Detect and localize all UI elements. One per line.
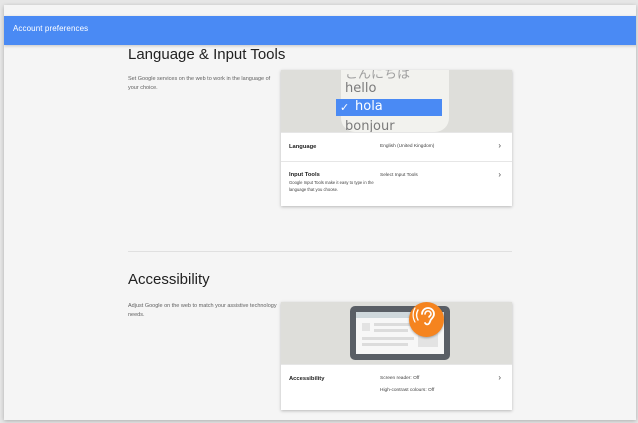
input-tools-row-description: Google Input Tools make it easy to type … [289, 180, 374, 192]
language-row-label: Language [289, 144, 317, 150]
language-card: こんにちは hello ✓ hola bonjour Language Engl… [281, 70, 512, 206]
hearing-icon [409, 302, 444, 337]
page-title: Account preferences [13, 24, 89, 33]
screen-line [362, 343, 408, 346]
accessibility-section-description: Adjust Google on the web to match your a… [128, 303, 277, 318]
chevron-right-icon: › [498, 141, 501, 150]
hero-word-selected: hola [355, 99, 383, 114]
check-icon: ✓ [340, 102, 350, 114]
accessibility-hero-illustration [281, 302, 512, 364]
hearing-icon-glyph [412, 307, 435, 326]
chevron-right-icon: › [498, 170, 501, 179]
input-tools-row-label: Input Tools [289, 172, 320, 178]
accessibility-section-title: Accessibility [128, 271, 210, 288]
language-section-title: Language & Input Tools [128, 46, 286, 63]
hero-selected-option: ✓ hola [336, 99, 442, 116]
language-section-description: Set Google services on the web to work i… [128, 76, 271, 91]
hero-word-above: hello [345, 81, 377, 96]
section-divider [128, 251, 512, 252]
screen-reader-status: Screen reader: Off [380, 376, 420, 381]
screen-line [362, 337, 414, 340]
language-hero-illustration: こんにちは hello ✓ hola bonjour [281, 70, 512, 132]
screen-line [374, 323, 414, 326]
input-tools-row-value: Select Input Tools [380, 173, 418, 178]
accessibility-row[interactable]: Accessibility Screen reader: Off High-co… [281, 364, 512, 410]
language-row[interactable]: Language English (United Kingdom) › [281, 132, 512, 161]
accessibility-card: Accessibility Screen reader: Off High-co… [281, 302, 512, 410]
chevron-right-icon: › [498, 373, 501, 382]
accessibility-row-label: Accessibility [289, 376, 325, 382]
screen-line [374, 329, 408, 332]
screen-block [362, 323, 370, 331]
hero-word-below: bonjour [345, 119, 395, 132]
high-contrast-status: High-contrast colours: Off [380, 388, 435, 393]
top-app-bar: Account preferences [4, 16, 636, 45]
language-row-value: English (United Kingdom) [380, 144, 435, 149]
app-window: Account preferences Language & Input Too… [4, 5, 636, 420]
input-tools-row[interactable]: Input Tools Google Input Tools make it e… [281, 161, 512, 206]
